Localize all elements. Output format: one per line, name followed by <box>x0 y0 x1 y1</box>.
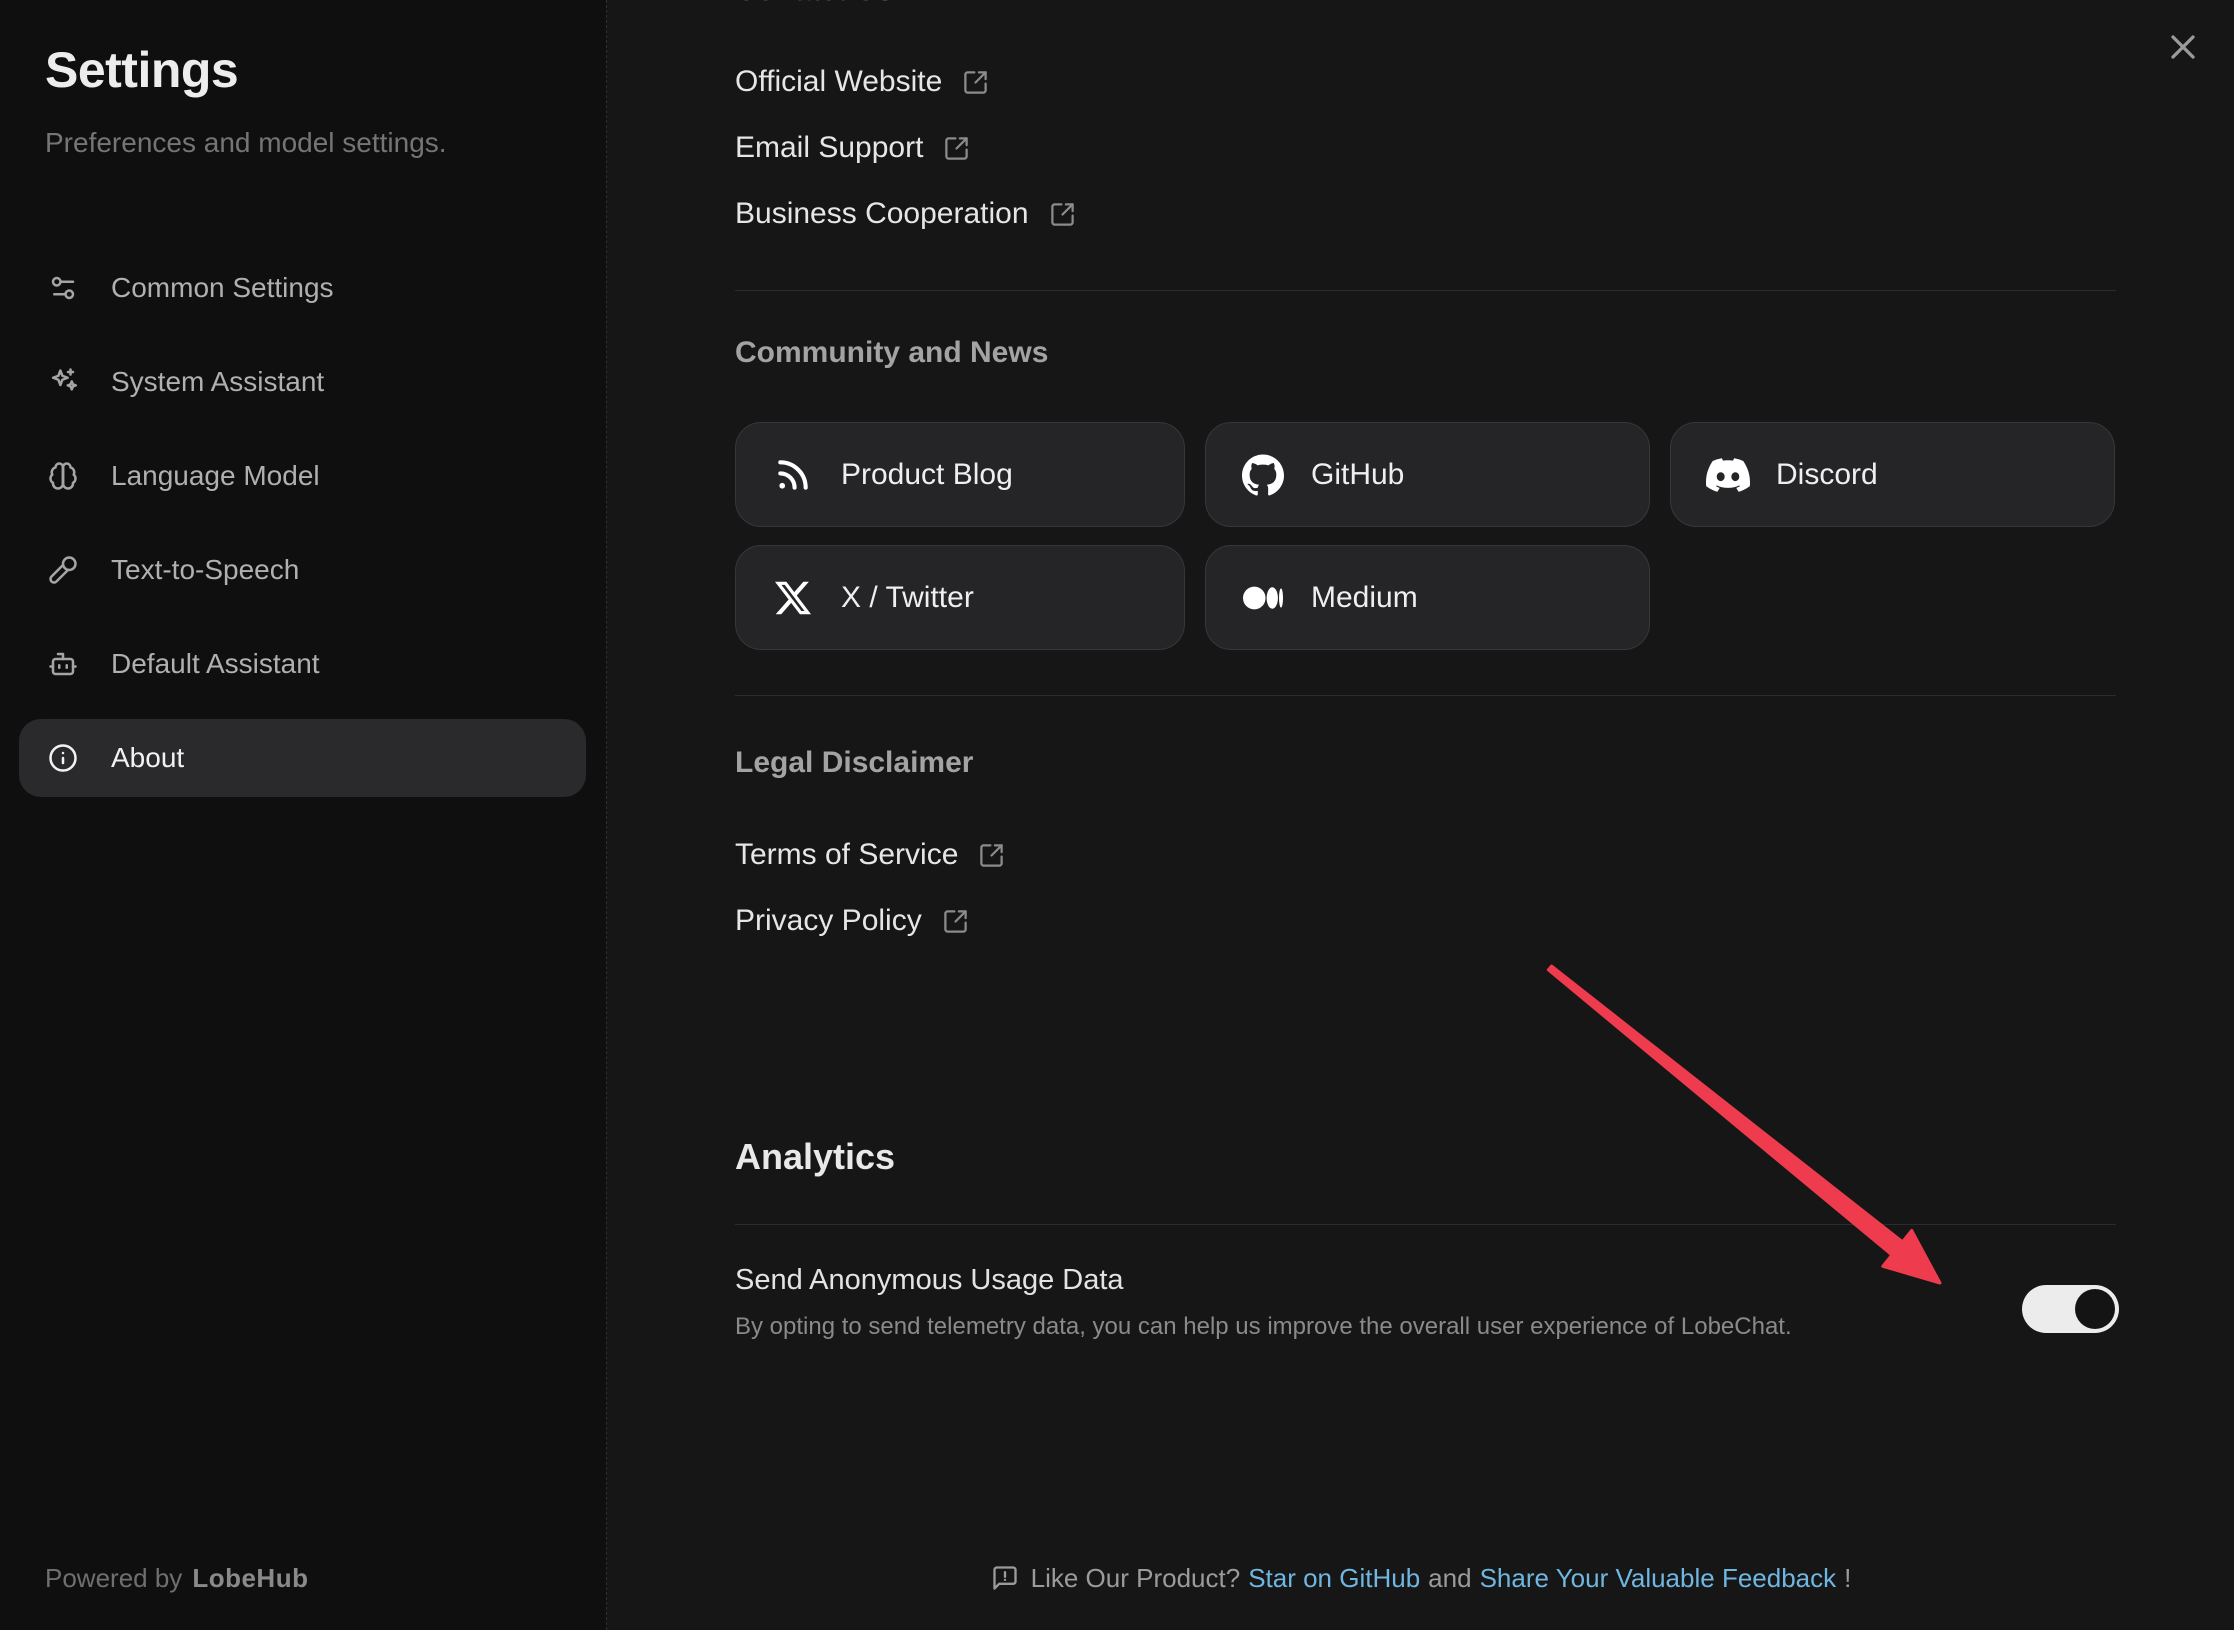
sidebar-item-label: About <box>111 742 184 774</box>
feedback-bubble-icon <box>991 1564 1019 1592</box>
close-button[interactable] <box>2160 25 2206 71</box>
external-link-icon <box>978 842 1005 869</box>
legal-heading: Legal Disclaimer <box>735 744 2116 782</box>
powered-by-text: Powered by <box>45 1563 182 1593</box>
external-link-icon <box>943 135 970 162</box>
toggle-knob <box>2075 1289 2115 1329</box>
button-label: Product Blog <box>841 458 1013 492</box>
section-divider <box>735 695 2116 696</box>
bot-icon <box>48 649 78 679</box>
community-heading: Community and News <box>735 334 2116 372</box>
page-subtitle: Preferences and model settings. <box>45 126 447 160</box>
link-label: Privacy Policy <box>735 904 922 938</box>
section-divider <box>735 290 2116 291</box>
footer-text: ! <box>1844 1563 1851 1593</box>
sidebar-item-about[interactable]: About <box>19 719 586 797</box>
privacy-policy-link[interactable]: Privacy Policy <box>735 899 2116 943</box>
sidebar-item-language-model[interactable]: Language Model <box>19 437 586 515</box>
settings-sidebar: Settings Preferences and model settings.… <box>0 0 607 1630</box>
button-label: Discord <box>1776 458 1878 492</box>
link-label: Terms of Service <box>735 838 958 872</box>
page-title: Settings <box>45 40 238 100</box>
about-panel: Contact Us Official Website Email Suppor… <box>608 0 2234 1630</box>
medium-icon <box>1241 576 1285 620</box>
link-label: Business Cooperation <box>735 197 1029 231</box>
product-footer: Like Our Product?Star on GitHub and Share … <box>608 1560 2234 1596</box>
button-label: X / Twitter <box>841 581 974 615</box>
sidebar-item-text-to-speech[interactable]: Text-to-Speech <box>19 531 586 609</box>
settings-nav: Common Settings System Assistant Languag… <box>19 249 586 813</box>
sidebar-item-common-settings[interactable]: Common Settings <box>19 249 586 327</box>
usage-data-toggle[interactable] <box>2022 1285 2119 1333</box>
product-blog-button[interactable]: Product Blog <box>735 422 1185 527</box>
community-buttons-row-2: X / Twitter Medium <box>735 545 2116 650</box>
lobehub-logo: LobeHub <box>192 1563 308 1593</box>
sidebar-item-label: Text-to-Speech <box>111 554 299 586</box>
terms-of-service-link[interactable]: Terms of Service <box>735 833 2116 877</box>
official-website-link[interactable]: Official Website <box>735 60 2116 104</box>
sparkles-icon <box>48 367 78 397</box>
button-label: GitHub <box>1311 458 1404 492</box>
email-support-link[interactable]: Email Support <box>735 126 2116 170</box>
discord-icon <box>1706 453 1750 497</box>
sliders-icon <box>48 273 78 303</box>
community-buttons-row-1: Product Blog GitHub Discord <box>735 422 2116 527</box>
sidebar-item-label: Language Model <box>111 460 320 492</box>
medium-button[interactable]: Medium <box>1205 545 1650 650</box>
close-icon <box>2163 27 2203 70</box>
button-label: Medium <box>1311 581 1418 615</box>
x-twitter-button[interactable]: X / Twitter <box>735 545 1185 650</box>
usage-data-title: Send Anonymous Usage Data <box>735 1260 2116 1300</box>
info-icon <box>48 743 78 773</box>
business-cooperation-link[interactable]: Business Cooperation <box>735 192 2116 236</box>
powered-by: Powered by LobeHub <box>45 1562 308 1594</box>
github-button[interactable]: GitHub <box>1205 422 1650 527</box>
sidebar-item-label: System Assistant <box>111 366 324 398</box>
analytics-heading: Analytics <box>735 1135 2116 1179</box>
footer-text: and <box>1428 1563 1471 1593</box>
star-on-github-link[interactable]: Star on GitHub <box>1248 1563 1420 1593</box>
discord-button[interactable]: Discord <box>1670 422 2115 527</box>
external-link-icon <box>962 69 989 96</box>
link-label: Official Website <box>735 65 942 99</box>
external-link-icon <box>1049 201 1076 228</box>
brain-icon <box>48 461 78 491</box>
mic-icon <box>48 555 78 585</box>
share-feedback-link[interactable]: Share Your Valuable Feedback <box>1480 1563 1837 1593</box>
link-label: Email Support <box>735 131 923 165</box>
footer-text: Like Our Product? <box>1031 1563 1241 1593</box>
section-divider <box>735 1224 2116 1225</box>
github-icon <box>1241 453 1285 497</box>
x-logo-icon <box>771 576 815 620</box>
sidebar-item-label: Common Settings <box>111 272 334 304</box>
sidebar-item-system-assistant[interactable]: System Assistant <box>19 343 586 421</box>
external-link-icon <box>942 908 969 935</box>
rss-icon <box>771 453 815 497</box>
usage-data-description: By opting to send telemetry data, you ca… <box>735 1310 2116 1344</box>
sidebar-item-label: Default Assistant <box>111 648 320 680</box>
sidebar-item-default-assistant[interactable]: Default Assistant <box>19 625 586 703</box>
contact-us-heading: Contact Us <box>735 0 893 10</box>
